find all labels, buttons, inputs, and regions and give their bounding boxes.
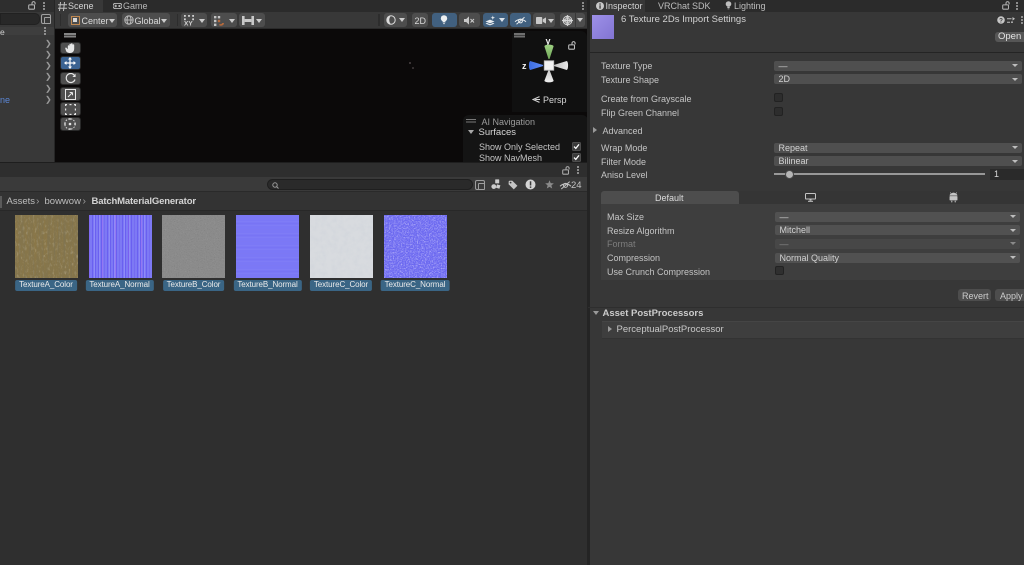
- svg-text:XY: XY: [184, 21, 193, 27]
- svg-text:?: ?: [999, 17, 1003, 24]
